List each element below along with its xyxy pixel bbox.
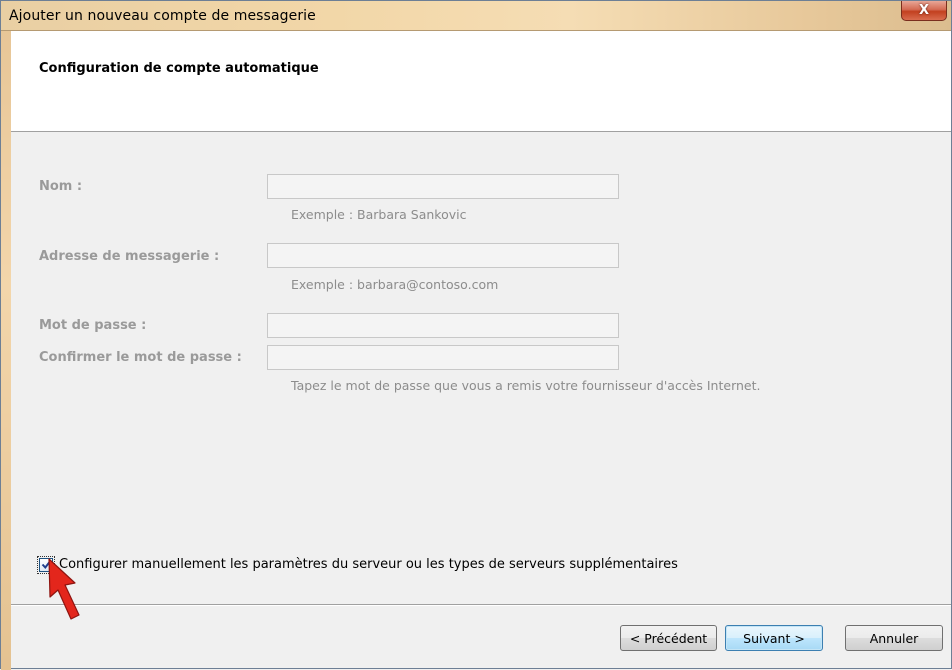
dialog-header: Configuration de compte automatique [11, 31, 951, 132]
name-label: Nom : [39, 179, 83, 194]
close-button[interactable]: X [901, 1, 947, 21]
name-hint: Exemple : Barbara Sankovic [291, 207, 467, 222]
page-title: Configuration de compte automatique [39, 61, 319, 76]
window-title: Ajouter un nouveau compte de messagerie [9, 8, 316, 24]
red-arrow-pointer-icon [48, 558, 80, 620]
email-hint: Exemple : barbara@contoso.com [291, 277, 499, 292]
password-hint: Tapez le mot de passe que vous a remis v… [291, 378, 761, 393]
password-input[interactable] [267, 313, 619, 338]
manual-config-label: Configurer manuellement les paramètres d… [59, 557, 678, 572]
dialog-window: Ajouter un nouveau compte de messagerie … [0, 0, 952, 670]
close-icon: X [918, 3, 930, 18]
email-input[interactable] [267, 243, 619, 268]
email-label: Adresse de messagerie : [39, 249, 220, 264]
password-label: Mot de passe : [39, 318, 147, 333]
window-border-left [1, 31, 11, 670]
title-bar[interactable]: Ajouter un nouveau compte de messagerie … [1, 1, 951, 31]
cancel-button[interactable]: Annuler [845, 625, 943, 651]
confirm-password-input[interactable] [267, 345, 619, 370]
confirm-password-label: Confirmer le mot de passe : [39, 350, 242, 365]
back-button[interactable]: < Précédent [620, 625, 717, 651]
form-area: Nom : Exemple : Barbara Sankovic Adresse… [11, 133, 951, 603]
next-button[interactable]: Suivant > [725, 625, 823, 651]
name-input[interactable] [267, 174, 619, 199]
footer-divider [11, 604, 951, 606]
manual-config-option[interactable]: Configurer manuellement les paramètres d… [37, 555, 678, 574]
